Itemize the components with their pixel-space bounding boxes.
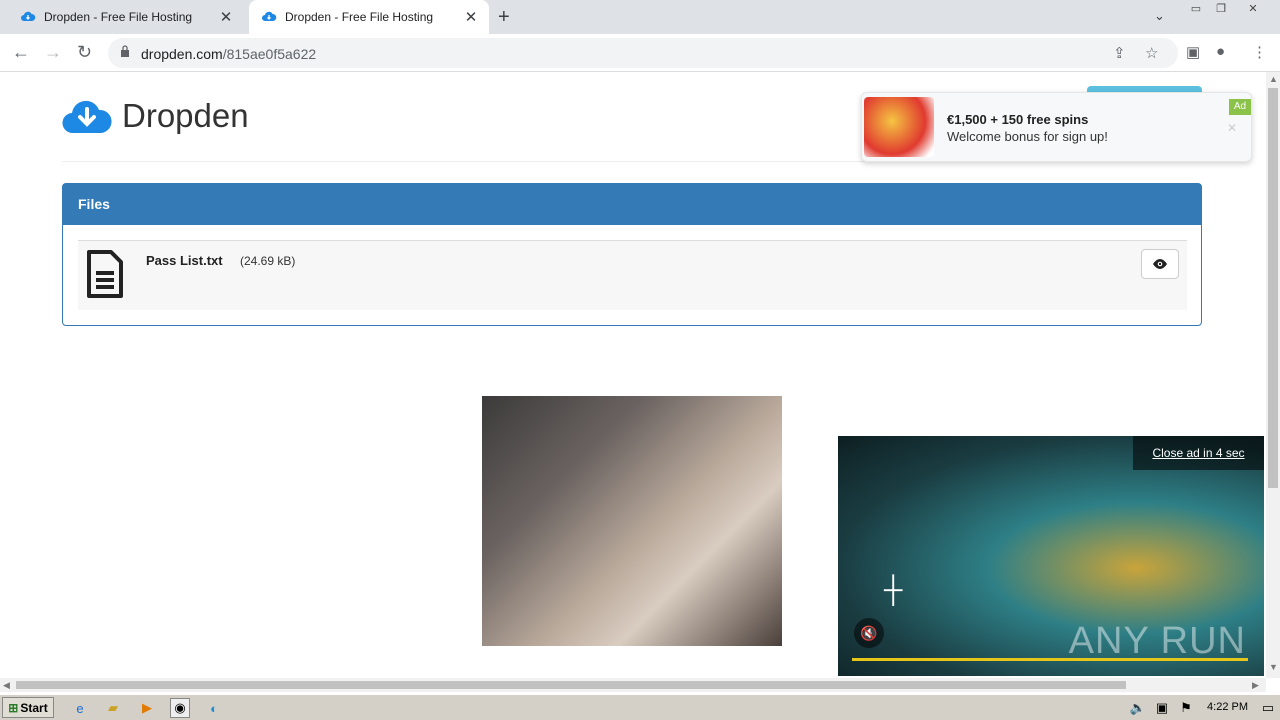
- vertical-scroll-thumb[interactable]: [1268, 88, 1278, 488]
- file-size: (24.69 kB): [240, 254, 296, 268]
- tab-1[interactable]: Dropden - Free File Hosting ✕: [8, 0, 244, 34]
- horizontal-scrollbar[interactable]: ◀ ▶: [0, 678, 1266, 692]
- file-text-icon: [87, 250, 123, 298]
- minimize-button[interactable]: ▭: [1183, 2, 1209, 18]
- close-ad-link[interactable]: Close ad in 4 sec: [1133, 436, 1264, 470]
- web-page: Dropden Download Files Pass List.txt (24…: [0, 72, 1266, 678]
- show-desktop-icon[interactable]: ▭: [1258, 698, 1278, 718]
- edge-icon[interactable]: ◐: [204, 698, 224, 718]
- ad-banner-image[interactable]: [482, 396, 782, 646]
- push-notification-ad[interactable]: €1,500 + 150 free spins Welcome bonus fo…: [861, 92, 1252, 162]
- notification-text: Welcome bonus for sign up!: [947, 129, 1108, 144]
- scroll-up-icon[interactable]: ▲: [1269, 74, 1278, 84]
- tab-2-active[interactable]: Dropden - Free File Hosting ✕: [249, 0, 489, 34]
- reload-icon[interactable]: ↻: [77, 42, 92, 63]
- cloud-download-icon: [62, 100, 112, 134]
- browser-toolbar: ← → ↻ dropden.com/815ae0f5a622 ⇪ ☆ ▣ ● ⋮: [0, 34, 1280, 72]
- share-icon[interactable]: ⇪: [1113, 44, 1126, 62]
- video-progress-bar: [852, 658, 1248, 661]
- notification-title: €1,500 + 150 free spins: [947, 112, 1089, 127]
- network-icon[interactable]: ▣: [1152, 698, 1172, 718]
- scroll-left-icon[interactable]: ◀: [3, 680, 10, 691]
- restore-button[interactable]: ❐: [1208, 2, 1234, 18]
- cloud-icon: [262, 11, 277, 21]
- close-tab-icon[interactable]: ✕: [216, 8, 236, 26]
- start-label: Start: [20, 700, 48, 715]
- casino-logo-image: [864, 97, 934, 157]
- close-window-button[interactable]: ✕: [1240, 2, 1266, 18]
- preview-button[interactable]: [1141, 249, 1179, 279]
- muted-speaker-icon[interactable]: 🔇: [854, 618, 884, 648]
- cloud-icon: [21, 11, 36, 21]
- forward-icon[interactable]: →: [44, 42, 62, 63]
- url-text: dropden.com/815ae0f5a622: [141, 46, 316, 62]
- tab-title: Dropden - Free File Hosting: [285, 10, 434, 24]
- site-logo[interactable]: Dropden: [62, 96, 249, 136]
- eye-icon: [1153, 259, 1167, 269]
- folder-icon[interactable]: ▰: [103, 698, 123, 718]
- start-button[interactable]: ⊞ Start: [2, 697, 54, 718]
- scroll-down-icon[interactable]: ▼: [1269, 662, 1278, 672]
- chrome-icon[interactable]: ◉: [170, 698, 190, 718]
- media-player-icon[interactable]: ▶: [137, 698, 157, 718]
- url-domain: dropden.com: [141, 46, 223, 62]
- close-tab-icon[interactable]: ✕: [461, 8, 481, 26]
- brand-name: Dropden: [122, 97, 249, 134]
- file-name[interactable]: Pass List.txt: [146, 253, 223, 268]
- bookmark-star-icon[interactable]: ☆: [1145, 44, 1158, 62]
- side-panel-icon[interactable]: ▣: [1186, 43, 1200, 61]
- profile-icon[interactable]: ●: [1216, 43, 1225, 60]
- new-tab-button[interactable]: +: [498, 6, 510, 29]
- menu-icon[interactable]: ⋮: [1252, 43, 1267, 61]
- tab-strip: Dropden - Free File Hosting ✕ Dropden - …: [0, 0, 1280, 34]
- back-icon[interactable]: ←: [12, 42, 30, 63]
- vertical-scrollbar[interactable]: ▲ ▼: [1266, 72, 1280, 678]
- tab-title: Dropden - Free File Hosting: [44, 10, 193, 24]
- url-path: /815ae0f5a622: [222, 46, 317, 62]
- ad-badge: Ad: [1229, 99, 1251, 115]
- windows-logo-icon: ⊞: [8, 700, 19, 715]
- crosshair-icon: ┼: [884, 574, 903, 604]
- flag-icon[interactable]: ⚑: [1176, 698, 1196, 718]
- lock-icon: [121, 45, 129, 57]
- horizontal-scroll-thumb[interactable]: [16, 681, 1126, 689]
- windows-taskbar: ⊞ Start e ▰ ▶ ◉ ◐ 🔈 ▣ ⚑ 4:22 PM ▭: [0, 694, 1280, 720]
- clock: 4:22 PM: [1207, 701, 1248, 713]
- close-icon[interactable]: ✕: [1227, 121, 1237, 135]
- files-panel: Files Pass List.txt (24.69 kB): [62, 183, 1202, 326]
- video-ad[interactable]: Close ad in 4 sec ┼ 🔇 ANY RUN: [838, 436, 1264, 676]
- volume-icon[interactable]: 🔈: [1128, 698, 1148, 718]
- address-bar[interactable]: dropden.com/815ae0f5a622 ⇪ ☆: [108, 38, 1178, 68]
- panel-title: Files: [63, 184, 1201, 225]
- anyrun-watermark: ANY RUN: [1068, 620, 1246, 662]
- tab-search-icon[interactable]: ⌄: [1154, 8, 1165, 24]
- scroll-right-icon[interactable]: ▶: [1252, 680, 1259, 691]
- ie-icon[interactable]: e: [70, 698, 90, 718]
- file-row[interactable]: Pass List.txt (24.69 kB): [78, 240, 1187, 310]
